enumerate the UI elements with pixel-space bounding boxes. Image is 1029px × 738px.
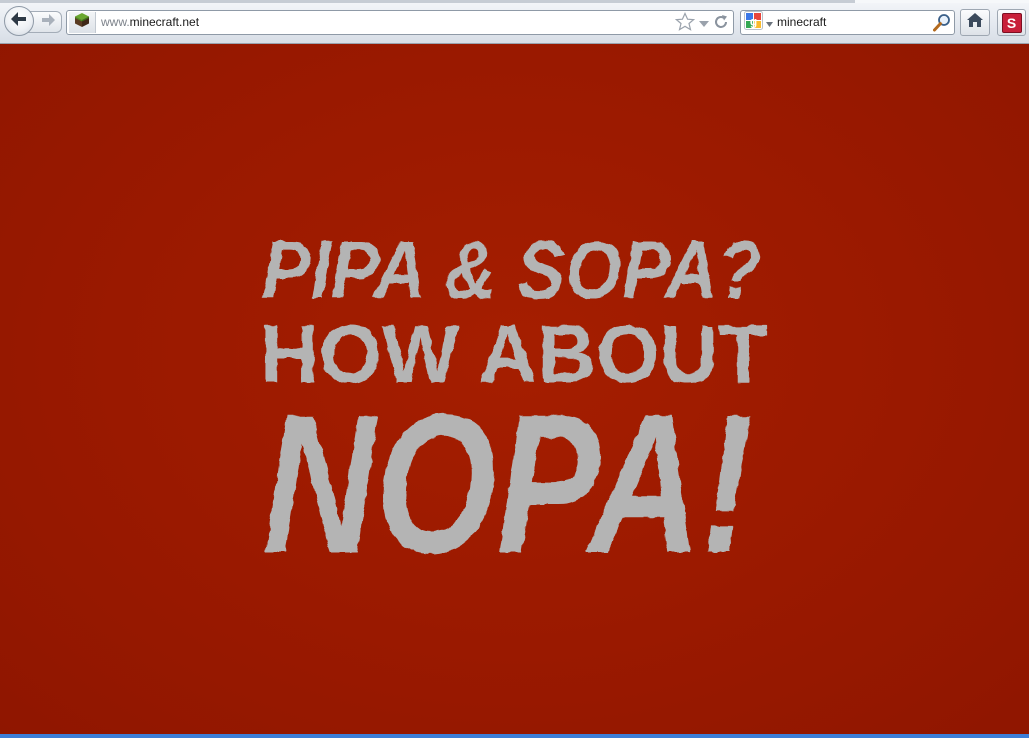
tab-strip-edge xyxy=(0,0,1029,3)
svg-text:g: g xyxy=(750,14,757,28)
headline-line-1: PIPA & SOPA? xyxy=(262,225,762,316)
addon-badge: S xyxy=(1001,12,1022,33)
arrow-left-icon xyxy=(10,11,28,32)
chevron-down-icon xyxy=(766,14,773,32)
dropdown-arrow-icon[interactable] xyxy=(698,16,710,34)
home-button[interactable] xyxy=(960,9,990,36)
page-content: PIPA & SOPA? HOW ABOUT NOPA! xyxy=(0,44,1029,734)
home-icon xyxy=(966,12,984,33)
addon-button[interactable]: S xyxy=(997,9,1026,36)
site-identity-button[interactable] xyxy=(69,12,96,33)
url-domain: minecraft.net xyxy=(129,15,200,29)
google-icon: g xyxy=(744,10,763,35)
magnifier-icon[interactable] xyxy=(933,13,951,37)
headline-line-3: NOPA! xyxy=(263,373,753,594)
star-icon[interactable] xyxy=(674,12,696,37)
url-prefix: www. xyxy=(101,15,130,29)
browser-toolbar: www.minecraft.net g minecraft S xyxy=(0,0,1029,44)
back-button[interactable] xyxy=(4,6,34,36)
search-engine-button[interactable]: g xyxy=(744,10,774,35)
status-strip xyxy=(0,734,1029,738)
search-bar[interactable]: g minecraft xyxy=(740,10,955,35)
navigation-buttons xyxy=(4,6,62,38)
reload-icon[interactable] xyxy=(713,14,729,35)
arrow-right-icon xyxy=(40,13,56,32)
url-text[interactable]: www.minecraft.net xyxy=(101,15,199,29)
address-bar[interactable]: www.minecraft.net xyxy=(66,10,734,35)
grass-block-icon xyxy=(74,12,90,33)
headline: PIPA & SOPA? HOW ABOUT NOPA! xyxy=(0,44,1029,734)
search-input[interactable]: minecraft xyxy=(777,15,826,29)
